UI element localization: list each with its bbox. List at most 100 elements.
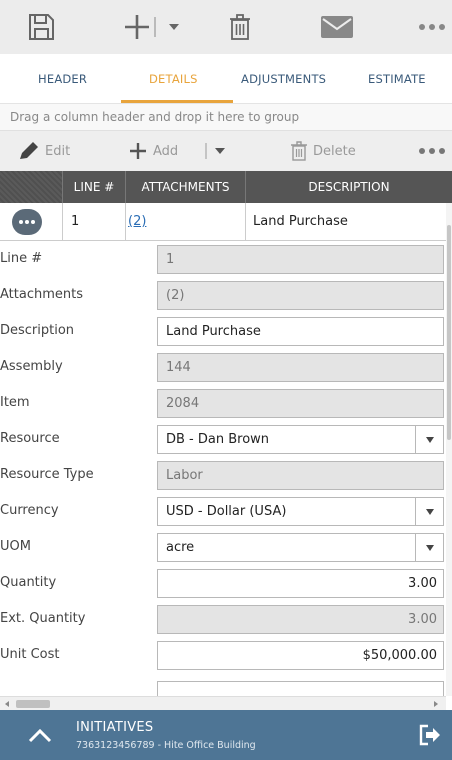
row-selector-header (0, 171, 63, 203)
chevron-down-icon (215, 148, 225, 154)
uom-label: UOM (0, 539, 31, 554)
vertical-scroll-thumb[interactable] (447, 225, 451, 440)
resource-select[interactable]: DB - Dan Brown (157, 425, 444, 454)
horizontal-scroll-thumb[interactable] (16, 700, 50, 708)
line-label: Line # (0, 251, 43, 266)
bottom-navigation-bar: INITIATIVES 7363123456789 - Hite Office … (0, 710, 452, 760)
delete-button[interactable] (218, 0, 262, 54)
active-tab-indicator (121, 100, 233, 103)
cell-line: 1 (63, 203, 126, 241)
record-subtitle: 7363123456789 - Hite Office Building (76, 740, 256, 751)
uom-dropdown-button[interactable] (415, 534, 443, 561)
unit-cost-label: Unit Cost (0, 647, 60, 662)
email-button[interactable] (312, 0, 362, 54)
grid-add-button[interactable]: Add (128, 131, 178, 171)
more-icon (419, 148, 445, 154)
chevron-down-icon (425, 436, 434, 443)
add-icon (130, 143, 146, 159)
chevron-up-icon[interactable] (26, 724, 54, 746)
cell-attachments: (2) (126, 203, 246, 241)
detail-form: Line # 1 Attachments (2) Description Lan… (0, 241, 446, 696)
scroll-left-icon[interactable] (3, 700, 11, 708)
column-header-attachments[interactable]: ATTACHMENTS (126, 171, 246, 203)
item-field: 2084 (157, 389, 444, 418)
uom-value: acre (166, 540, 195, 555)
form-row-ext-quantity: Ext. Quantity 3.00 (0, 601, 446, 637)
main-toolbar (0, 0, 452, 54)
grid-column-header: LINE # ATTACHMENTS DESCRIPTION (0, 171, 452, 203)
tab-bar: HEADER DETAILS ADJUSTMENTS ESTIMATE (0, 54, 452, 104)
quantity-field[interactable]: 3.00 (157, 569, 444, 598)
delete-label: Delete (313, 143, 356, 159)
edit-button[interactable]: Edit (18, 131, 70, 171)
scroll-right-icon[interactable] (432, 700, 440, 708)
resource-type-field: Labor (157, 461, 444, 490)
more-icon (19, 220, 35, 224)
more-icon (419, 24, 445, 30)
assembly-field: 144 (157, 353, 444, 382)
delete-icon (291, 141, 307, 161)
unit-cost-field[interactable]: $50,000.00 (157, 641, 444, 670)
group-by-drop-zone[interactable]: Drag a column header and drop it here to… (0, 104, 452, 131)
vertical-scrollbar[interactable] (446, 203, 452, 696)
grid-toolbar: Edit Add Delete (0, 131, 452, 171)
edit-label: Edit (45, 143, 71, 159)
form-row-item: Item 2084 (0, 385, 446, 421)
form-row-currency: Currency USD - Dollar (USA) (0, 493, 446, 529)
tab-estimate[interactable]: ESTIMATE (368, 54, 426, 104)
column-header-description[interactable]: DESCRIPTION (246, 171, 452, 203)
pencil-icon (20, 142, 38, 159)
grid-delete-button[interactable]: Delete (290, 131, 356, 171)
exit-icon[interactable] (418, 724, 442, 746)
resource-dropdown-button[interactable] (415, 426, 443, 453)
add-dropdown-button[interactable] (162, 0, 186, 54)
line-field: 1 (157, 245, 444, 274)
cell-description: Land Purchase (253, 214, 348, 229)
tab-details[interactable]: DETAILS (149, 54, 198, 104)
description-label: Description (0, 323, 75, 338)
separator-icon (154, 17, 156, 37)
description-field[interactable]: Land Purchase (157, 317, 444, 346)
form-row-unit-cost: Unit Cost $50,000.00 (0, 637, 446, 673)
form-row-uom: UOM acre (0, 529, 446, 565)
table-row[interactable]: 1 (2) Land Purchase (0, 203, 446, 241)
form-row-description: Description Land Purchase (0, 313, 446, 349)
delete-icon (230, 14, 250, 40)
save-icon (29, 14, 54, 40)
resource-type-label: Resource Type (0, 467, 94, 482)
horizontal-scrollbar[interactable] (0, 696, 446, 710)
add-button[interactable] (118, 0, 162, 54)
ext-quantity-field: 3.00 (157, 605, 444, 634)
resource-label: Resource (0, 431, 60, 446)
currency-select[interactable]: USD - Dollar (USA) (157, 497, 444, 526)
tab-header[interactable]: HEADER (38, 54, 87, 104)
mail-icon (321, 16, 353, 38)
assembly-label: Assembly (0, 359, 63, 374)
currency-label: Currency (0, 503, 59, 518)
form-row-line: Line # 1 (0, 241, 446, 277)
attachments-field: (2) (157, 281, 444, 310)
column-header-line[interactable]: LINE # (63, 171, 126, 203)
form-row-quantity: Quantity 3.00 (0, 565, 446, 601)
quantity-label: Quantity (0, 575, 57, 590)
chevron-down-icon (169, 24, 179, 30)
grid-add-dropdown-button[interactable] (203, 131, 227, 171)
form-row-resource-type: Resource Type Labor (0, 457, 446, 493)
attachments-link[interactable]: (2) (128, 214, 146, 229)
currency-value: USD - Dollar (USA) (166, 504, 287, 519)
uom-select[interactable]: acre (157, 533, 444, 562)
resource-value: DB - Dan Brown (166, 432, 270, 447)
save-button[interactable] (16, 0, 66, 54)
currency-dropdown-button[interactable] (415, 498, 443, 525)
row-actions-button[interactable] (12, 209, 42, 235)
partial-field[interactable] (157, 681, 444, 696)
attachments-label: Attachments (0, 287, 83, 302)
module-title: INITIATIVES (76, 720, 154, 735)
row-actions-cell (0, 203, 63, 241)
tab-adjustments[interactable]: ADJUSTMENTS (241, 54, 326, 104)
chevron-down-icon (425, 544, 434, 551)
grid-more-button[interactable] (418, 131, 446, 171)
chevron-down-icon (425, 508, 434, 515)
form-row-attachments: Attachments (2) (0, 277, 446, 313)
more-button[interactable] (412, 0, 452, 54)
